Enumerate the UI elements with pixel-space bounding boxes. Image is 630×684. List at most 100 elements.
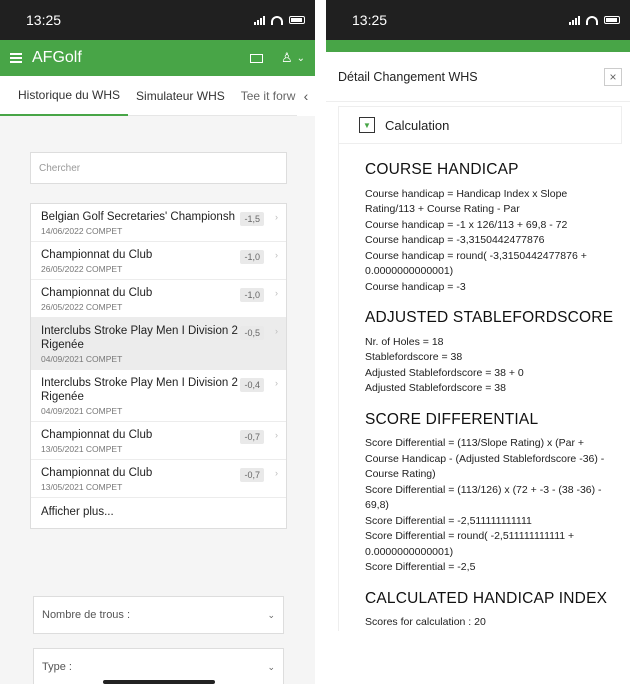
user-icon[interactable]: ♙ [281,50,293,66]
item-meta: 26/05/2022 COMPET [41,264,123,274]
calc-line: Nr. of Holes = 18 [365,335,444,348]
calc-line: Score Differential = round( -2,511111111… [365,530,575,558]
item-meta: 04/09/2021 COMPET [41,406,123,416]
item-name: Championnat du Club [41,287,153,299]
item-name: Championnat du Club [41,429,153,441]
item-value-badge: -1,5 [240,212,264,226]
section-score-differential: SCORE DIFFERENTIAL Score Differential = … [365,410,618,576]
item-meta: 13/05/2021 COMPET [41,482,123,492]
calc-line: Scores for calculation : 20 [365,616,486,628]
signal-icon [569,15,580,25]
modal-header: Détail Changement WHS × [326,52,630,102]
calculation-toggle[interactable]: ▼ Calculation [338,106,622,144]
tab-bar: Historique du WHS Simulateur WHS Tee it … [0,76,315,116]
type-dropdown[interactable]: Type : ⌄ [33,648,284,684]
list-item[interactable]: Championnat du Club 26/05/2022 COMPET -1… [31,242,286,280]
chevron-down-icon: ⌄ [267,661,275,672]
item-value-badge: -0,4 [240,378,264,392]
item-subname: Rigenée [41,339,84,351]
list-item[interactable]: Championnat du Club 26/05/2022 COMPET -1… [31,280,286,318]
modal-title: Détail Changement WHS [338,69,478,84]
item-value-badge: -1,0 [240,250,264,264]
item-meta: 14/06/2022 COMPET [41,226,123,236]
item-value-badge: -0,5 [240,326,264,340]
tab-simulateur[interactable]: Simulateur WHS [128,76,233,116]
item-meta: 04/09/2021 COMPET [41,354,123,364]
calculation-label: Calculation [385,117,450,133]
wifi-icon [586,15,598,25]
section-title: CALCULATED HANDICAP INDEX [365,589,608,607]
calc-line: Stablefordscore = 38 [365,351,463,363]
chevron-right-icon: › [275,250,278,260]
status-bar: 13:25 [0,0,315,40]
chevron-right-icon: › [275,468,278,478]
item-meta: 13/05/2021 COMPET [41,444,123,454]
tab-scroll-left-icon[interactable]: ‹ [297,76,315,116]
mail-icon[interactable] [249,53,263,63]
left-phone-screen: 13:25 AFGolf ♙ ⌄ Historique du WHS Simul… [0,0,315,684]
calculation-content: COURSE HANDICAP Course handicap = Handic… [338,144,630,631]
item-value-badge: -0,7 [240,430,264,444]
list-item[interactable]: Belgian Golf Secretaries' Championsh 14/… [31,204,286,242]
calc-line: Score Differential = -2,5 [365,561,476,573]
status-icons [254,15,305,25]
app-bar: AFGolf ♙ ⌄ [0,40,315,76]
type-dropdown-label: Type : [42,661,72,673]
section-course-handicap: COURSE HANDICAP Course handicap = Handic… [365,162,618,295]
status-time: 13:25 [26,12,62,28]
item-name: Belgian Golf Secretaries' Championsh [41,211,235,223]
menu-icon[interactable] [10,51,22,65]
calc-line: Course handicap = -3,3150442477876 [365,234,545,246]
right-phone-screen: 13:25 Détail Changement WHS × ▼ Calculat… [326,0,630,684]
calc-line: Adjusted Stablefordscore = 38 [365,382,506,394]
chevron-right-icon: › [275,212,278,222]
item-value-badge: -0,7 [240,468,264,482]
app-bar-strip [326,40,630,52]
calc-line: Adjusted Stablefordscore = 38 + 0 [365,366,524,379]
calc-line: Course handicap = Handicap Index x Slope… [365,187,568,216]
item-name: Championnat du Club [41,467,153,479]
app-title: AFGolf [32,49,82,66]
list-item[interactable]: Interclubs Stroke Play Men I Division 2 … [31,370,286,422]
close-icon[interactable]: × [604,67,622,86]
item-name: Interclubs Stroke Play Men I Division 2 [41,325,238,337]
caret-down-icon[interactable]: ▼ [359,117,375,133]
section-adjusted-stablefordscore: ADJUSTED STABLEFORDSCORE Nr. of Holes = … [365,310,618,397]
calc-line: Course handicap = -3 [365,280,466,293]
item-meta: 26/05/2022 COMPET [41,302,123,312]
calc-line: Score Differential = -2,511111111111 [365,514,532,527]
item-name: Interclubs Stroke Play Men I Division 2 [41,377,238,389]
battery-icon [604,16,620,24]
show-more-link[interactable]: Afficher plus... [31,498,286,528]
list-item[interactable]: Championnat du Club 13/05/2021 COMPET -0… [31,422,286,460]
item-name: Championnat du Club [41,249,153,261]
list-item[interactable]: Interclubs Stroke Play Men I Division 2 … [31,318,286,370]
whs-history-list: Belgian Golf Secretaries' Championsh 14/… [30,203,287,529]
calc-line: Course handicap = -1 x 126/113 + 69,8 - … [365,218,568,231]
holes-dropdown-label: Nombre de trous : [42,609,131,621]
battery-icon [289,16,305,24]
wifi-icon [271,15,283,25]
search-input[interactable]: Chercher [30,152,287,184]
holes-dropdown[interactable]: Nombre de trous : ⌄ [33,596,284,634]
section-title: COURSE HANDICAP [365,161,519,178]
chevron-down-icon[interactable]: ⌄ [297,53,305,64]
chevron-right-icon: › [275,378,278,388]
list-item[interactable]: Championnat du Club 13/05/2021 COMPET -0… [31,460,286,498]
tab-historique[interactable]: Historique du WHS [0,76,129,116]
calc-line: Course handicap = round( -3,315044247787… [365,249,587,278]
chevron-down-icon: ⌄ [267,609,275,620]
status-icons [569,15,620,25]
status-time: 13:25 [352,12,388,28]
chevron-right-icon: › [275,288,278,298]
home-indicator [103,680,215,684]
chevron-right-icon: › [275,430,278,440]
signal-icon [254,15,265,25]
section-title: SCORE DIFFERENTIAL [365,410,539,428]
tab-tee-it-forward[interactable]: Tee it forw [233,76,304,116]
calc-line: Score Differential = (113/126) x (72 + -… [365,483,602,512]
status-bar: 13:25 [326,0,630,40]
chevron-right-icon: › [275,326,278,336]
item-subname: Rigenée [41,391,84,403]
calc-line: Score Differential = (113/Slope Rating) … [365,437,605,480]
